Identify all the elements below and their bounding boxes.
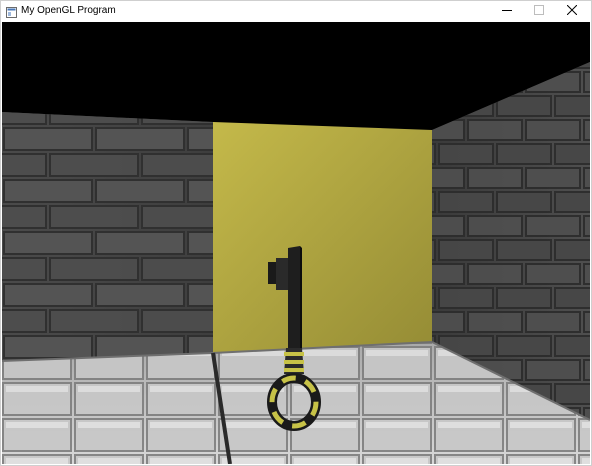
opengl-viewport[interactable] [2, 22, 590, 464]
left-wall [2, 112, 213, 361]
opengl-window: My OpenGL Program [0, 0, 592, 466]
maximize-button[interactable] [522, 1, 556, 21]
minimize-button[interactable] [490, 1, 524, 21]
close-icon [566, 2, 578, 20]
window-title: My OpenGL Program [21, 5, 116, 16]
yellow-door [213, 122, 432, 353]
app-icon [6, 5, 17, 18]
scene-render [2, 22, 590, 464]
close-button[interactable] [555, 1, 589, 21]
maximize-icon [534, 2, 544, 20]
title-bar[interactable]: My OpenGL Program [1, 1, 591, 21]
minimize-icon [502, 2, 512, 20]
